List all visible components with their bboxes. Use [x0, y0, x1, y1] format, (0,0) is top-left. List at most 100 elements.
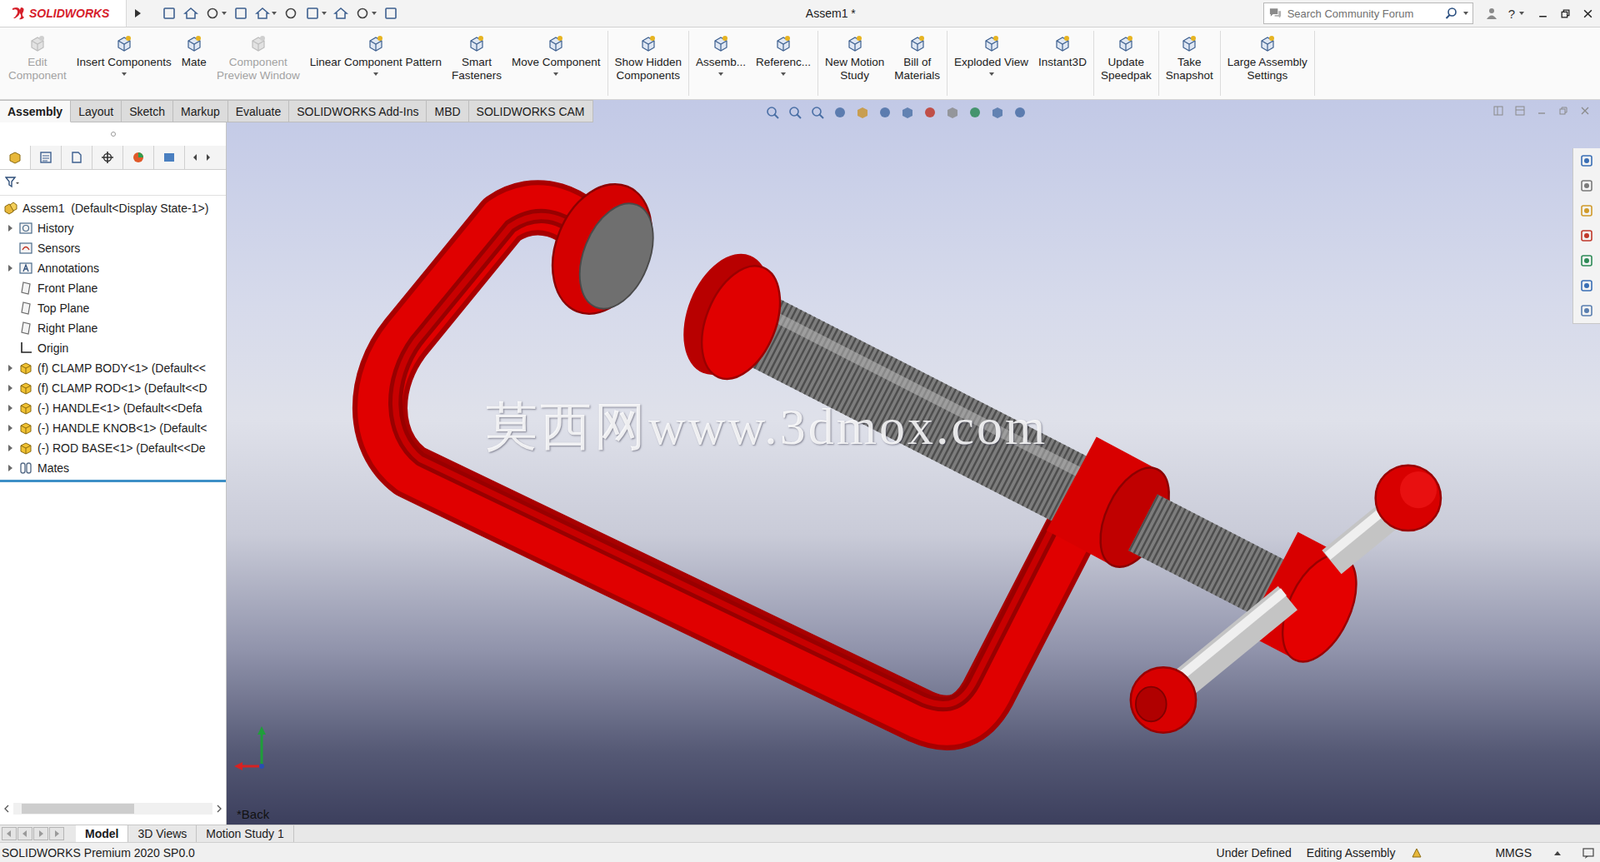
- task-pane-tab[interactable]: [1573, 148, 1600, 174]
- tree-item[interactable]: Top Plane: [0, 298, 226, 319]
- quick-access-button[interactable]: [205, 5, 227, 21]
- scroll-right-icon[interactable]: [205, 153, 212, 162]
- tree-item[interactable]: (f) CLAMP ROD<1> (Default<<D: [0, 378, 226, 399]
- view-tool-icon[interactable]: [900, 105, 915, 120]
- filter-icon[interactable]: [5, 175, 20, 190]
- expand-arrow-icon[interactable]: [6, 384, 14, 393]
- view-tool-icon[interactable]: [922, 105, 938, 120]
- view-tool-icon[interactable]: [765, 105, 780, 120]
- quick-access-button[interactable]: [233, 5, 249, 21]
- ribbon-button[interactable]: Smart Fasteners: [446, 30, 507, 96]
- ribbon-button[interactable]: Edit Component: [3, 30, 72, 96]
- horizontal-scrollbar[interactable]: [0, 801, 226, 817]
- scroll-track[interactable]: [13, 803, 213, 815]
- tree-item[interactable]: (-) HANDLE KNOB<1> (Default<: [0, 418, 226, 439]
- rollback-bar[interactable]: [0, 480, 226, 483]
- ribbon-button[interactable]: Take Snapshot: [1160, 30, 1219, 96]
- command-tab[interactable]: Layout: [70, 100, 122, 123]
- scroll-left-icon[interactable]: [191, 153, 199, 162]
- menu-expand-icon[interactable]: [133, 8, 142, 19]
- tree-root[interactable]: Assem1 (Default<Display State-1>): [0, 198, 226, 219]
- view-tool-icon[interactable]: [810, 105, 825, 120]
- ribbon-button[interactable]: New Motion Study: [820, 30, 890, 96]
- split-view-icon[interactable]: [1515, 105, 1525, 116]
- command-tab[interactable]: SOLIDWORKS CAM: [469, 100, 594, 123]
- command-tab[interactable]: Markup: [173, 100, 229, 123]
- expand-arrow-icon[interactable]: [6, 404, 14, 413]
- panel-tab[interactable]: [123, 145, 155, 170]
- unit-system[interactable]: MMGS: [1495, 846, 1532, 860]
- view-tool-icon[interactable]: [855, 105, 870, 120]
- ribbon-button[interactable]: Mate: [176, 30, 212, 96]
- scroll-left-icon[interactable]: [3, 805, 10, 814]
- split-view-icon[interactable]: [1493, 105, 1504, 116]
- upper-jaw-pad[interactable]: [534, 169, 670, 329]
- dropdown-caret-icon[interactable]: [718, 72, 724, 76]
- task-pane-tab[interactable]: [1573, 273, 1600, 299]
- minimize-icon[interactable]: [1536, 105, 1547, 116]
- tree-item[interactable]: Right Plane: [0, 318, 226, 339]
- tree-item[interactable]: Sensors: [0, 238, 226, 259]
- restore-icon[interactable]: [1558, 105, 1569, 116]
- search-box[interactable]: Search Community Forum: [1263, 2, 1474, 25]
- ribbon-button[interactable]: Assemb...: [690, 30, 751, 96]
- user-icon[interactable]: [1485, 6, 1499, 20]
- graphics-area[interactable]: 莫西网www.3dmox.com*Back: [226, 100, 1600, 825]
- panel-handle[interactable]: [0, 122, 226, 146]
- tree-item[interactable]: History: [0, 218, 226, 239]
- notification-icon[interactable]: [1581, 846, 1595, 860]
- expand-arrow-icon[interactable]: [6, 264, 14, 273]
- scroll-right-icon[interactable]: [215, 805, 223, 814]
- tree-item[interactable]: Mates: [0, 458, 226, 479]
- ribbon-button[interactable]: Component Preview Window: [211, 30, 305, 96]
- panel-tab[interactable]: [92, 145, 124, 170]
- tree-item[interactable]: Annotations: [0, 258, 226, 279]
- restore-icon[interactable]: [1560, 8, 1571, 20]
- panel-tab[interactable]: [30, 145, 62, 170]
- view-tool-icon[interactable]: [1012, 105, 1028, 120]
- rod-pad[interactable]: [666, 240, 795, 390]
- view-tool-icon[interactable]: [832, 105, 848, 120]
- view-tool-icon[interactable]: [990, 105, 1005, 120]
- tab-scroll-icon[interactable]: [33, 827, 49, 841]
- scroll-thumb[interactable]: [21, 804, 135, 815]
- tree-item[interactable]: Front Plane: [0, 278, 226, 299]
- command-tab[interactable]: Assembly: [0, 100, 71, 123]
- ribbon-button[interactable]: Large Assembly Settings: [1222, 30, 1313, 96]
- task-pane-tab[interactable]: [1573, 223, 1600, 249]
- clamp-rod[interactable]: [743, 304, 1085, 496]
- quick-access-button[interactable]: [183, 5, 199, 21]
- bottom-tab[interactable]: Model: [75, 825, 129, 843]
- quick-access-button[interactable]: [355, 5, 377, 21]
- ribbon-button[interactable]: Move Component: [506, 30, 606, 96]
- tree-item[interactable]: (-) HANDLE<1> (Default<<Defa: [0, 398, 226, 419]
- minimize-icon[interactable]: [1537, 8, 1549, 20]
- expand-arrow-icon[interactable]: [6, 424, 14, 433]
- view-tool-icon[interactable]: [787, 105, 803, 120]
- quick-access-button[interactable]: [161, 5, 177, 21]
- expand-arrow-icon[interactable]: [6, 444, 14, 453]
- quick-access-button[interactable]: [305, 5, 327, 21]
- app-logo[interactable]: SOLIDWORKS: [0, 0, 127, 27]
- units-menu-icon[interactable]: [1553, 850, 1562, 857]
- quick-access-button[interactable]: [383, 5, 399, 21]
- command-tab[interactable]: MBD: [426, 100, 469, 123]
- tab-scroll-icon[interactable]: [1, 827, 17, 841]
- ribbon-button[interactable]: Update Speedpak: [1095, 30, 1157, 96]
- expand-arrow-icon[interactable]: [6, 224, 14, 233]
- close-icon[interactable]: [1582, 8, 1594, 20]
- panel-tab[interactable]: [61, 145, 93, 170]
- help-button[interactable]: ?: [1508, 6, 1515, 21]
- command-tab[interactable]: SOLIDWORKS Add-Ins: [289, 100, 427, 123]
- task-pane-tab[interactable]: [1573, 198, 1600, 224]
- ribbon-button[interactable]: Instant3D: [1033, 30, 1092, 96]
- view-tool-icon[interactable]: [945, 105, 960, 120]
- panel-tab[interactable]: [0, 145, 31, 170]
- task-pane-tab[interactable]: [1573, 248, 1600, 274]
- command-tab[interactable]: Evaluate: [228, 100, 290, 123]
- tree-item[interactable]: (f) CLAMP BODY<1> (Default<<: [0, 358, 226, 379]
- tree-item[interactable]: (-) ROD BASE<1> (Default<<De: [0, 438, 226, 459]
- quick-access-button[interactable]: [333, 5, 349, 21]
- expand-arrow-icon[interactable]: [6, 364, 14, 373]
- clamp-rod-end[interactable]: [1142, 522, 1278, 592]
